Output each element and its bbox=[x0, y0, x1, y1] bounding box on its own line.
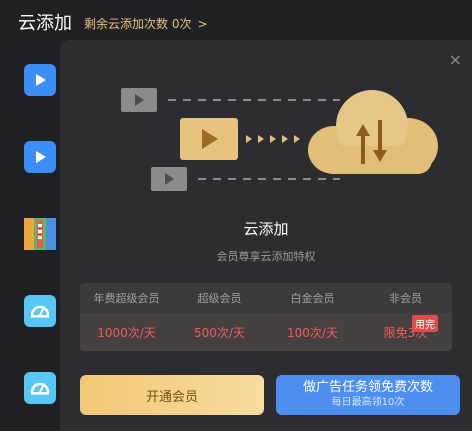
header-platinum-vip: 白金会员 bbox=[290, 292, 335, 305]
video-file-icon[interactable] bbox=[24, 64, 56, 96]
value-annual-super-vip: 1000次/天 bbox=[97, 325, 156, 340]
archive-icon[interactable] bbox=[24, 218, 56, 250]
ad-task-label: 做广告任务领免费次数 bbox=[302, 380, 433, 395]
video-file-icon[interactable] bbox=[24, 141, 56, 173]
remaining-count-link[interactable]: 剩余云添加次数 0次 > bbox=[84, 15, 208, 32]
page-title: 云添加 bbox=[18, 13, 72, 34]
header-non-member: 非会员 bbox=[389, 292, 422, 305]
header-annual-super-vip: 年费超级会员 bbox=[93, 292, 160, 305]
dialog-title: 云添加 bbox=[243, 220, 289, 238]
chevron-right-icon: > bbox=[197, 16, 208, 31]
value-super-vip: 500次/天 bbox=[194, 325, 245, 340]
header: 云添加 剩余云添加次数 0次 > bbox=[0, 0, 472, 44]
used-up-badge: 用完 bbox=[412, 315, 438, 332]
ad-task-sublabel: 每日最高领10次 bbox=[331, 397, 405, 408]
value-non-member: 限免3次 用完 bbox=[359, 313, 452, 351]
value-platinum-vip: 100次/天 bbox=[287, 325, 338, 340]
ad-task-button[interactable]: 做广告任务领免费次数 每日最高领10次 bbox=[276, 375, 460, 415]
speed-icon[interactable] bbox=[24, 295, 56, 327]
dialog-subtitle: 会员尊享云添加特权 bbox=[216, 250, 316, 263]
app-root: 云添加 剩余云添加次数 0次 > × 云添加 会员尊享云添加特权 年费超级会员 … bbox=[0, 0, 472, 431]
speed-icon[interactable] bbox=[24, 372, 56, 404]
cloud-upload-illustration bbox=[121, 88, 438, 191]
table-row: 1000次/天 500次/天 100次/天 限免3次 用完 bbox=[80, 313, 452, 351]
table-header-row: 年费超级会员 超级会员 白金会员 非会员 bbox=[80, 283, 452, 313]
remaining-count-text: 剩余云添加次数 0次 bbox=[84, 16, 192, 31]
header-super-vip: 超级会员 bbox=[197, 292, 242, 305]
membership-quota-table: 年费超级会员 超级会员 白金会员 非会员 1000次/天 500次/天 100次… bbox=[80, 283, 452, 351]
cloud-add-dialog: × 云添加 会员尊享云添加特权 年费超级会员 超级会员 白金会员 非会员 100… bbox=[60, 40, 472, 431]
open-vip-button[interactable]: 开通会员 bbox=[80, 375, 264, 415]
